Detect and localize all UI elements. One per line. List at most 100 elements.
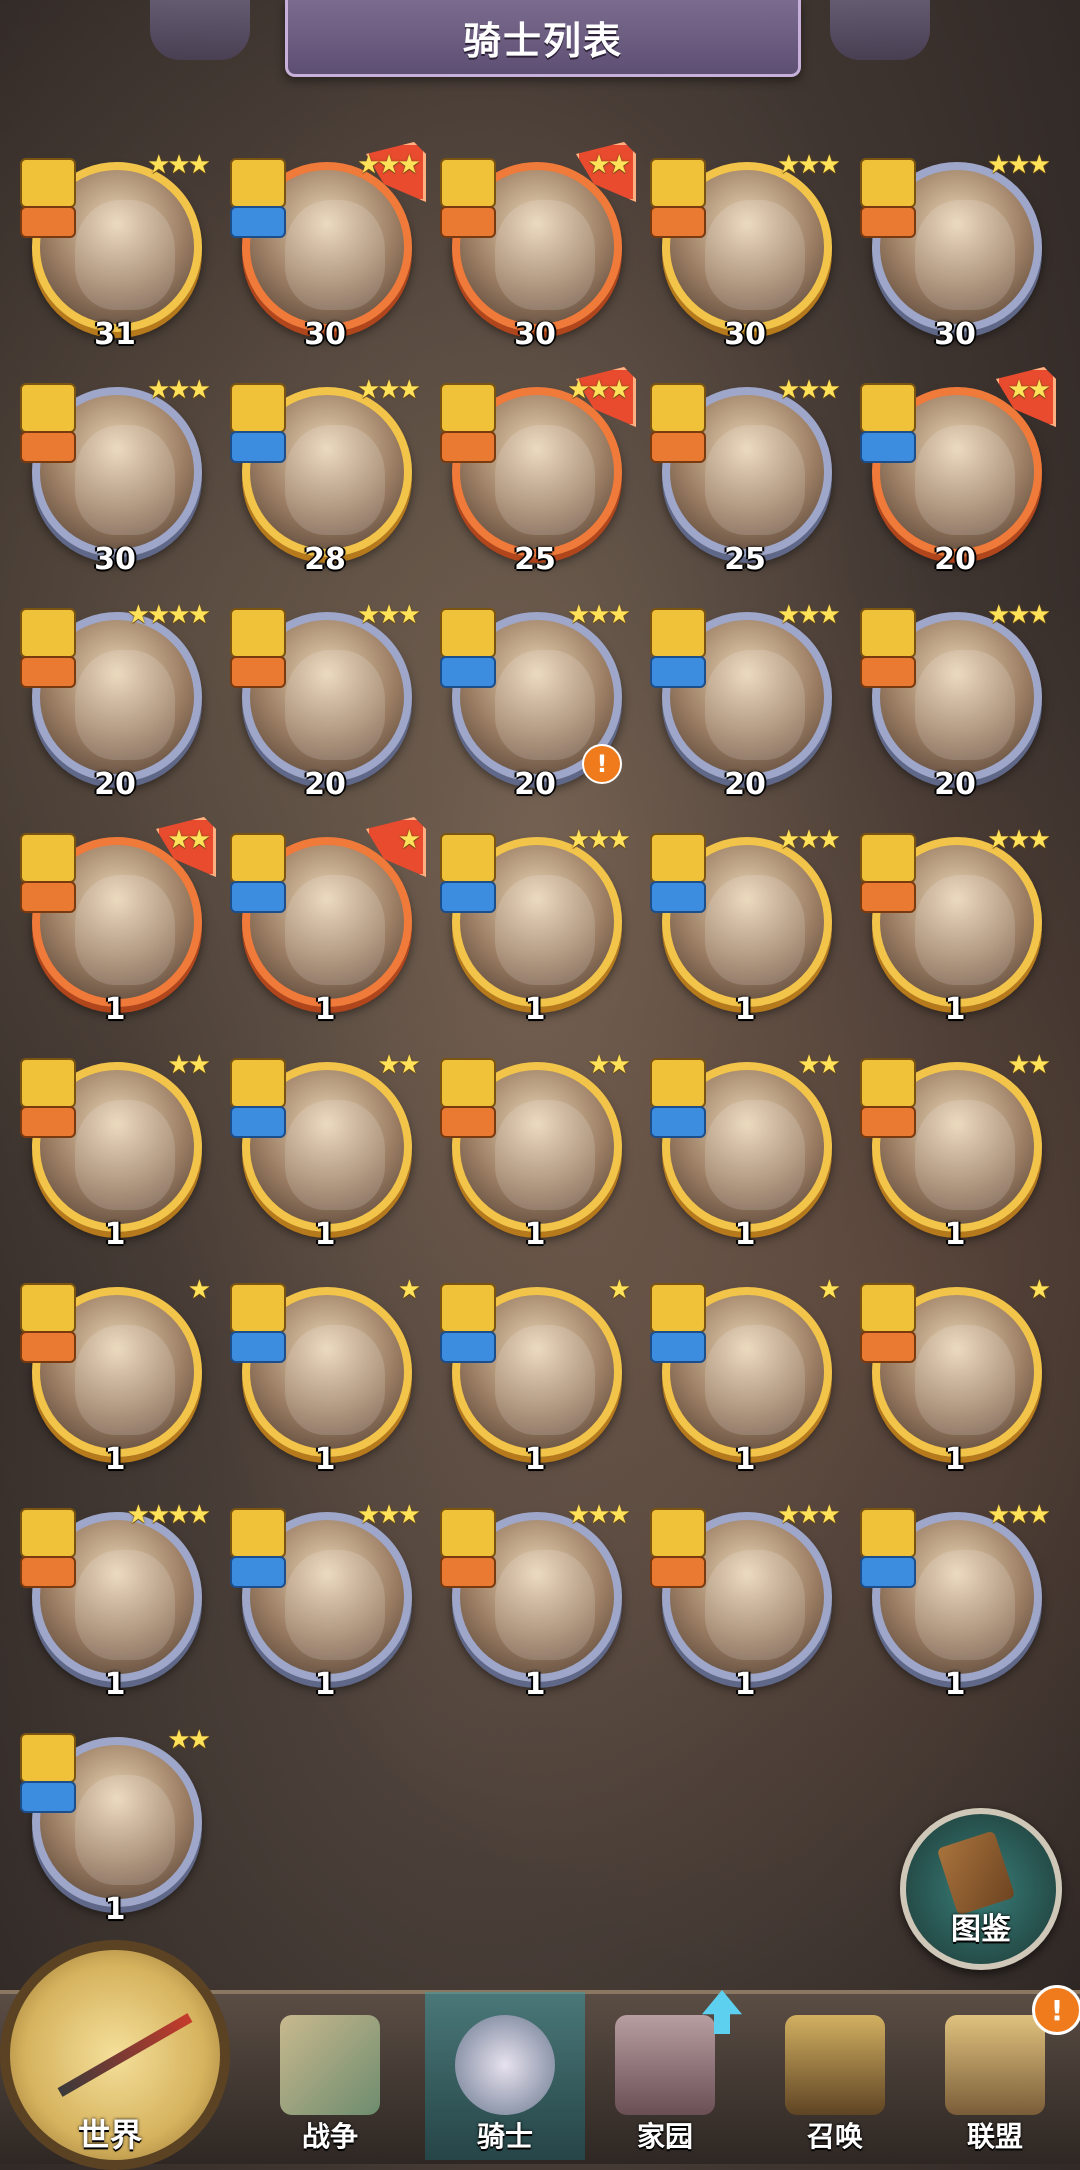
- knight-card[interactable]: ★ 1: [20, 1275, 211, 1477]
- class-icon: [650, 431, 706, 463]
- class-icon: [20, 1556, 76, 1588]
- knight-card[interactable]: ★ 1: [860, 1275, 1051, 1477]
- knight-card[interactable]: ★★★ 31: [20, 150, 211, 352]
- nav-home[interactable]: 家园: [600, 2005, 730, 2155]
- class-icon: [230, 206, 286, 238]
- star-rating: ★★: [797, 1050, 841, 1080]
- knight-card[interactable]: ★★ 1: [20, 1050, 211, 1252]
- class-icon: [860, 431, 916, 463]
- knight-card[interactable]: ★ 1: [230, 1275, 421, 1477]
- element-type-icon: [230, 1058, 286, 1108]
- knight-card[interactable]: ★ 1: [650, 1275, 841, 1477]
- element-type-icon: [860, 833, 916, 883]
- nav-label-alliance: 联盟: [966, 2120, 1023, 2153]
- knight-card[interactable]: ★ 1: [440, 1275, 631, 1477]
- knight-level: 1: [734, 1217, 756, 1252]
- knight-level: 20: [934, 542, 976, 577]
- element-type-icon: [230, 383, 286, 433]
- knight-level: 1: [524, 992, 546, 1027]
- element-type-icon: [230, 158, 286, 208]
- knight-card[interactable]: ★★ 1: [650, 1050, 841, 1252]
- element-type-icon: [230, 833, 286, 883]
- element-type-icon: [860, 383, 916, 433]
- class-icon: [860, 1331, 916, 1363]
- knight-card[interactable]: ★★★★ 1: [20, 1500, 211, 1702]
- knight-level: 25: [724, 542, 766, 577]
- element-type-icon: [860, 608, 916, 658]
- star-rating: ★★★: [987, 150, 1051, 180]
- knight-card[interactable]: ★★★ 30: [650, 150, 841, 352]
- knight-level: 25: [514, 542, 556, 577]
- class-icon: [230, 1331, 286, 1363]
- star-rating: ★★: [1007, 1050, 1051, 1080]
- knight-card[interactable]: ★★ 1: [860, 1050, 1051, 1252]
- class-icon: [860, 1556, 916, 1588]
- nav-war[interactable]: 战争: [265, 2005, 395, 2155]
- element-type-icon: [20, 833, 76, 883]
- knight-card[interactable]: ★★ 1: [230, 1050, 421, 1252]
- nav-label-war: 战争: [301, 2120, 358, 2153]
- knight-card[interactable]: ★★ 30: [440, 142, 636, 352]
- knight-face: [285, 200, 385, 310]
- star-rating: ★★★: [987, 825, 1051, 855]
- knight-face: [495, 200, 595, 310]
- element-type-icon: [650, 1283, 706, 1333]
- knight-level: 1: [524, 1217, 546, 1252]
- star-rating: ★: [607, 1275, 631, 1305]
- alliance-alert-badge: !: [1032, 1985, 1080, 2035]
- knight-card[interactable]: ★★★ 30: [860, 150, 1051, 352]
- star-rating: ★★★: [357, 1500, 421, 1530]
- knight-card[interactable]: ★★★ 28: [230, 375, 421, 577]
- knight-face: [75, 425, 175, 535]
- class-icon: [440, 206, 496, 238]
- knight-card[interactable]: ★★★ 30: [230, 142, 426, 352]
- element-type-icon: [230, 1283, 286, 1333]
- class-icon: [230, 656, 286, 688]
- knight-card[interactable]: ★★ 1: [20, 1725, 211, 1927]
- knight-card[interactable]: ★★★ 30: [20, 375, 211, 577]
- title-decoration-right: [830, 0, 930, 60]
- class-icon: [20, 431, 76, 463]
- knight-card[interactable]: ★★★ 1: [860, 1500, 1051, 1702]
- knight-card[interactable]: ★★★ 20!: [440, 600, 631, 802]
- knight-card[interactable]: ★★★ 1: [650, 825, 841, 1027]
- knight-face: [705, 425, 805, 535]
- element-type-icon: [650, 383, 706, 433]
- knight-card[interactable]: ★★★ 20: [650, 600, 841, 802]
- knight-card[interactable]: ★★ 20: [860, 367, 1056, 577]
- knight-card[interactable]: ★★★ 25: [650, 375, 841, 577]
- knight-card[interactable]: ★★★★ 20: [20, 600, 211, 802]
- map-icon: [280, 2015, 380, 2115]
- knight-card[interactable]: ★★★ 1: [230, 1500, 421, 1702]
- knight-card[interactable]: ★★★ 20: [230, 600, 421, 802]
- star-rating: ★★★: [777, 1500, 841, 1530]
- nav-label-home: 家园: [636, 2120, 693, 2153]
- star-rating: ★★★: [987, 1500, 1051, 1530]
- class-icon: [860, 881, 916, 913]
- class-icon: [440, 431, 496, 463]
- knight-face: [495, 1325, 595, 1435]
- knight-card[interactable]: ★★ 1: [440, 1050, 631, 1252]
- knight-avatar-icon: [455, 2015, 555, 2115]
- knight-card[interactable]: ★★★ 20: [860, 600, 1051, 802]
- knight-card[interactable]: ★★★ 1: [440, 1500, 631, 1702]
- class-icon: [650, 1556, 706, 1588]
- class-icon: [230, 1106, 286, 1138]
- knight-level: 30: [514, 317, 556, 352]
- nav-knight[interactable]: 骑士: [440, 2005, 570, 2155]
- star-rating: ★★: [377, 1050, 421, 1080]
- knight-card[interactable]: ★ 1: [230, 817, 426, 1027]
- knight-face: [285, 1325, 385, 1435]
- knight-card[interactable]: ★★★ 1: [860, 825, 1051, 1027]
- knight-card[interactable]: ★★★ 1: [440, 825, 631, 1027]
- title-decoration-left: [150, 0, 250, 60]
- atlas-button[interactable]: 图鉴: [900, 1808, 1062, 1970]
- knight-card[interactable]: ★★★ 1: [650, 1500, 841, 1702]
- knight-face: [285, 1550, 385, 1660]
- nav-summon[interactable]: 召唤: [770, 2005, 900, 2155]
- knight-card[interactable]: ★★★ 25: [440, 367, 636, 577]
- star-rating: ★★★: [357, 375, 421, 405]
- element-type-icon: [230, 1508, 286, 1558]
- knight-card[interactable]: ★★ 1: [20, 817, 216, 1027]
- element-type-icon: [440, 383, 496, 433]
